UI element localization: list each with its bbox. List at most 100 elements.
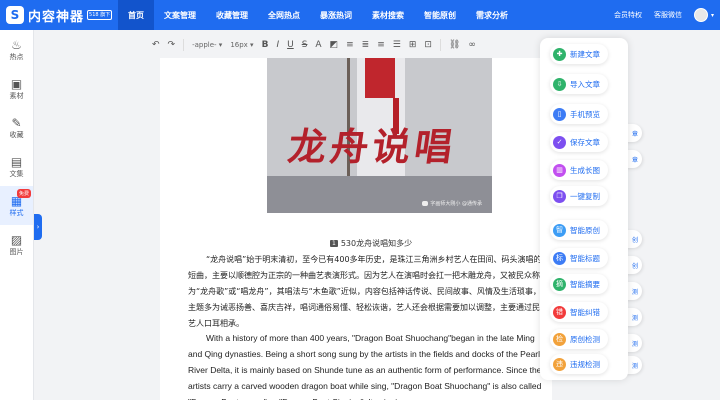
nav-item[interactable]: 收藏管理 [206,0,258,30]
image-library-icon: ▣ [10,76,23,91]
link-icon[interactable]: ⛓ [449,40,460,50]
italic-button[interactable]: I [276,40,279,50]
caption-number-badge: 1 [330,240,338,247]
redo-button[interactable]: ↷ [168,40,176,50]
editor-document[interactable]: 龙舟说唱 字画师大刚小 @通传承 1 530龙舟说唱知多少 “龙舟说唱”始于明末… [160,58,552,400]
ai-summary-icon: 摘 [553,277,566,291]
toolbar-divider [439,39,441,51]
nav-item[interactable]: 智能原创 [414,0,466,30]
float-action-button[interactable]: ⇩ 导入文章 [550,74,608,94]
underline-button[interactable]: U [287,40,294,50]
brand-logo[interactable]: S 内容神器 518 旗下 [0,6,118,25]
table-button[interactable]: ⊞ [409,40,417,50]
ai-original-icon: 智 [553,223,566,237]
wechat-icon [422,201,429,206]
sidebar-collapse-toggle[interactable]: › [34,214,42,240]
float-action-button[interactable]: 检原创检测 [550,329,608,349]
english-paragraph[interactable]: With a history of more than 400 years, "… [188,330,548,400]
flame-icon: ♨ [11,37,22,52]
folder-icon: ▤ [10,154,23,169]
float-action-label: 导入文章 [570,79,600,89]
vip-link[interactable]: 会员特权 [614,10,642,20]
sidebar-item[interactable]: ▦ 样式 免费 [0,186,33,225]
font-size-select[interactable]: 16px ▾ [230,41,253,49]
long-image-icon: ▥ [553,163,566,177]
float-action-label: 原创检测 [570,334,600,344]
sidebar-item[interactable]: ✎ 收藏 [0,108,33,147]
float-action-button[interactable]: 摘智能摘要 [550,274,608,294]
chinese-paragraph[interactable]: “龙舟说唱”始于明末清初，至今已有400多年历史，是珠江三角洲乡村艺人在田间、码… [188,252,548,332]
strikethrough-button[interactable]: S [302,40,308,50]
float-action-button[interactable]: 智智能原创 [550,220,608,240]
phone-icon: ▯ [553,107,566,121]
bookmark-icon: ✎ [11,115,22,130]
float-action-button[interactable]: 标智能标题 [550,248,608,268]
font-family-select[interactable]: -apple- ▾ [192,41,222,49]
float-action-label: 违规检测 [570,359,600,369]
figure-caption: 1 530龙舟说唱知多少 [330,238,412,249]
more-icon[interactable]: ∞ [468,40,476,50]
float-action-label: 智能标题 [570,253,600,263]
float-action-button[interactable]: ▯ 手机预览 [550,104,608,124]
sidebar-item-label: 图片 [9,247,24,256]
float-action-label: 生成长图 [570,165,600,175]
brand-badge: 518 旗下 [87,10,113,20]
top-navigation-bar: S 内容神器 518 旗下 首页 文案管理 收藏管理 全网热点 暴涨热词 素材搜索 智能原创… [0,0,720,30]
background-color-button[interactable]: ◩ [330,40,339,50]
image-red-scarf [365,58,395,98]
float-action-button[interactable]: ✚ 新建文章 [550,44,608,64]
bold-button[interactable]: B [262,40,269,50]
align-center-button[interactable]: ≣ [362,40,370,50]
align-left-button[interactable]: ≡ [346,40,354,50]
float-action-label: 智能纠错 [570,307,600,317]
nav-item[interactable]: 需求分析 [466,0,518,30]
font-family-value: -apple- [192,41,217,49]
save-icon: ✓ [553,135,566,149]
float-action-button[interactable]: 违违规检测 [550,354,608,374]
float-action-button[interactable]: ❐ 一键复制 [550,186,608,206]
picture-icon: ▨ [10,232,23,247]
float-action-button[interactable]: ▥ 生成长图 [550,160,608,180]
font-color-button[interactable]: A [315,40,321,50]
article-image[interactable]: 龙舟说唱 字画师大刚小 @通传承 [267,58,492,213]
float-action-button[interactable]: 错智能纠错 [550,302,608,322]
sidebar-item[interactable]: ▤ 文集 [0,147,33,186]
violation-check-icon: 违 [553,357,566,371]
caption-text: 530龙舟说唱知多少 [340,239,413,248]
align-right-button[interactable]: ≡ [377,40,385,50]
brand-name: 内容神器 [28,9,85,25]
float-action-label: 新建文章 [570,49,600,59]
nav-item[interactable]: 文案管理 [154,0,206,30]
justify-button[interactable]: ☰ [393,40,401,50]
editor-toolbar: ↶ ↷ -apple- ▾ 16px ▾ B I U S A ◩ ≡ ≣ ≡ ☰… [148,34,550,56]
nav-item[interactable]: 首页 [118,0,154,30]
sidebar-item-label: 热点 [9,52,24,61]
sidebar-item[interactable]: ♨ 热点 [0,30,33,69]
float-action-button[interactable]: ✓ 保存文章 [550,132,608,152]
logo-mark-icon: S [6,6,24,24]
sidebar-item-label: 文集 [9,169,24,178]
main-nav: 首页 文案管理 收藏管理 全网热点 暴涨热词 素材搜索 智能原创 需求分析 [118,0,518,30]
nav-item[interactable]: 素材搜索 [362,0,414,30]
copy-icon: ❐ [553,189,566,203]
sidebar-item[interactable]: ▨ 图片 [0,225,33,264]
nav-item[interactable]: 暴涨热词 [310,0,362,30]
chevron-down-icon[interactable]: ▾ [711,12,714,19]
float-action-label: 保存文章 [570,137,600,147]
float-action-label: 智能摘要 [570,279,600,289]
watermark-text: 字画师大刚小 @通传承 [430,201,482,207]
sidebar-item-label: 收藏 [9,130,24,139]
undo-button[interactable]: ↶ [152,40,160,50]
toolbar-divider [183,39,185,51]
nav-item[interactable]: 全网热点 [258,0,310,30]
originality-check-icon: 检 [553,332,566,346]
avatar[interactable] [693,8,708,22]
image-title-art: 龙舟说唱 [285,124,460,169]
float-action-label: 手机预览 [570,109,600,119]
insert-block-button[interactable]: ⊡ [424,40,432,50]
floating-action-panel: ✚ 新建文章 ⇩ 导入文章 ▯ 手机预览 ✓ 保存文章 ▥ 生成长图 ❐ 一键复制智智能原创标智能标题… [540,38,628,380]
image-ground [267,176,492,213]
service-link[interactable]: 客服微信 [654,10,682,20]
sidebar-item[interactable]: ▣ 素材 [0,69,33,108]
left-sidebar: ♨ 热点 ▣ 素材 ✎ 收藏 ▤ 文集 ▦ 样式 免费 ▨ 图片 [0,30,34,400]
